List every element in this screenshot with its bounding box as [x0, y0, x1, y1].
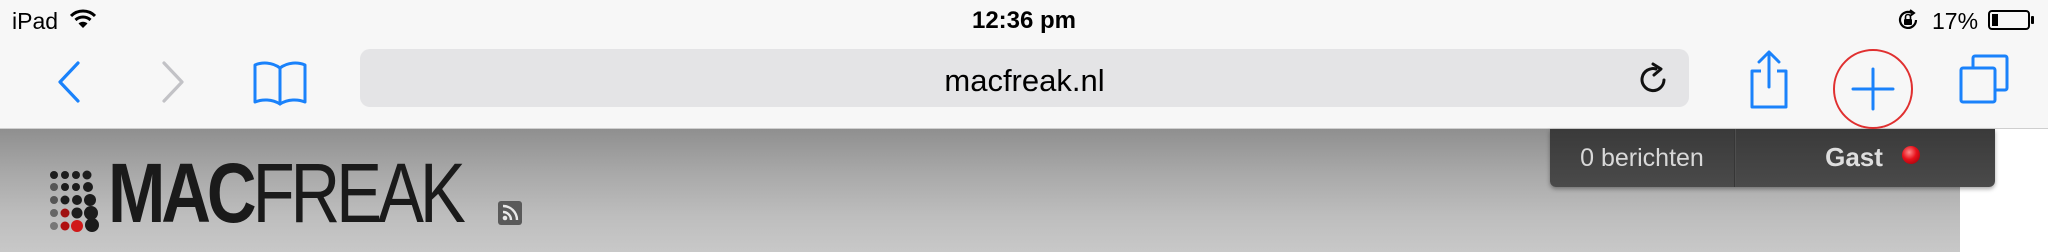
- logo-text-regular: FREAK: [252, 146, 466, 240]
- logo-text-bold: MAC: [108, 146, 257, 240]
- chevron-left-icon: [58, 61, 80, 103]
- reload-icon: [1640, 62, 1666, 93]
- battery-percentage: 17%: [1932, 8, 1979, 34]
- status-indicator-icon: [1902, 146, 1920, 164]
- screen: iPad 12:36 pm 17% macfreak.nl MACFREAK 0…: [0, 0, 2048, 252]
- messages-link[interactable]: 0 berichten: [1550, 129, 1734, 187]
- guest-label: Gast: [1825, 142, 1883, 172]
- web-content: MACFREAK 0 berichten Gast: [0, 129, 2048, 252]
- rss-icon[interactable]: [498, 201, 522, 230]
- chevron-right-icon: [162, 61, 184, 103]
- new-tab-button[interactable]: [1833, 49, 1913, 129]
- clock: 12:36 pm: [971, 7, 1077, 34]
- bookmarks-button[interactable]: [248, 54, 312, 110]
- address-bar[interactable]: macfreak.nl: [360, 49, 1689, 107]
- guest-user-link[interactable]: Gast: [1736, 129, 1995, 187]
- browser-toolbar: macfreak.nl: [0, 42, 2048, 129]
- rotation-lock-icon: [1896, 8, 1920, 37]
- tabs-button[interactable]: [1954, 50, 2014, 110]
- url-text: macfreak.nl: [944, 63, 1105, 98]
- plus-icon: [1851, 67, 1895, 111]
- book-icon: [253, 61, 307, 106]
- status-bar: iPad 12:36 pm 17%: [0, 0, 2048, 42]
- reload-button[interactable]: [1636, 62, 1670, 96]
- site-logo[interactable]: MACFREAK: [48, 151, 539, 235]
- browser-chrome: iPad 12:36 pm 17% macfreak.nl: [0, 0, 2048, 129]
- tabs-icon: [1959, 54, 2009, 104]
- share-icon: [1750, 50, 1788, 109]
- back-button[interactable]: [44, 54, 94, 110]
- battery-icon: [1988, 10, 2036, 35]
- share-button[interactable]: [1742, 46, 1796, 114]
- logo-text: MACFREAK: [108, 151, 466, 235]
- logo-dots-icon: [50, 170, 99, 232]
- user-panel: 0 berichten Gast: [1550, 129, 1995, 187]
- forward-button[interactable]: [148, 54, 198, 110]
